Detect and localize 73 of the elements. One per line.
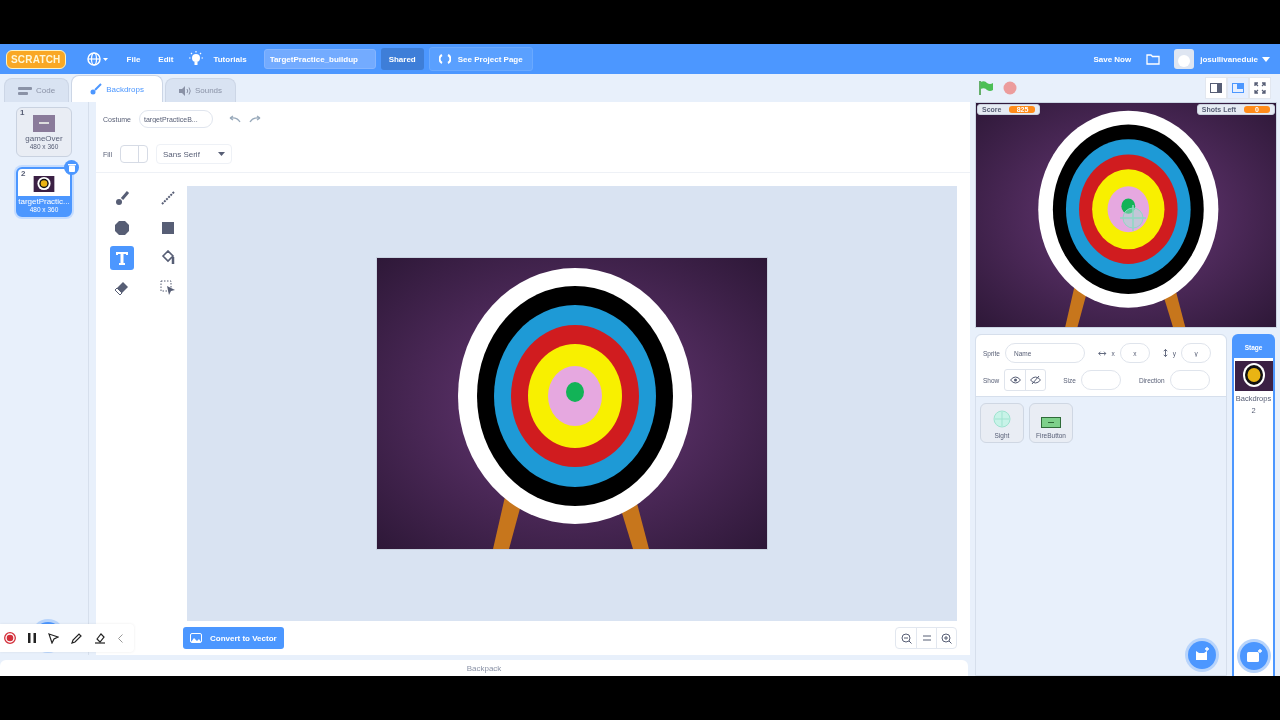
fill-color-picker[interactable] — [119, 145, 148, 163]
avatar-icon[interactable] — [1174, 49, 1195, 69]
equals-icon — [922, 635, 931, 641]
rectangle-icon — [160, 220, 176, 236]
eye-slash-icon — [1030, 375, 1042, 385]
chevron-left-icon[interactable] — [118, 633, 123, 643]
zoom-in-icon — [941, 632, 952, 644]
crosshair-icon — [1118, 203, 1148, 233]
user-menu[interactable]: josullivaneduie — [1196, 44, 1274, 74]
delete-button[interactable] — [64, 160, 79, 175]
direction-field[interactable] — [1169, 370, 1210, 390]
convert-to-vector-button[interactable]: Convert to Vector — [183, 627, 284, 649]
record-icon[interactable] — [4, 632, 16, 644]
globe-icon — [86, 52, 109, 66]
eraser-icon — [114, 280, 130, 296]
save-now-button[interactable]: Save Now — [1084, 44, 1141, 74]
select-icon — [160, 280, 176, 296]
stage-thumbnail-icon[interactable] — [1234, 361, 1273, 391]
tutorials-button[interactable]: Tutorials — [204, 44, 256, 74]
image-icon — [190, 633, 202, 643]
crosshair-icon — [993, 410, 1011, 428]
menu-item[interactable]: Edit — [149, 44, 183, 74]
pen-icon[interactable] — [71, 632, 82, 644]
tab[interactable]: Code — [4, 78, 70, 102]
zoom-out-icon — [900, 632, 912, 644]
vertical-arrows-icon — [1162, 347, 1168, 359]
pause-icon[interactable] — [28, 633, 36, 643]
menu-item[interactable]: File — [117, 44, 150, 74]
folder-icon[interactable] — [1146, 53, 1161, 65]
backdrop-name: targetPractic... — [18, 197, 70, 206]
redo-icon[interactable] — [249, 115, 261, 123]
brush-icon — [90, 83, 103, 95]
eraser-icon[interactable] — [94, 632, 106, 644]
lightbulb-icon — [188, 51, 205, 67]
code-icon — [18, 85, 32, 96]
fill-icon — [160, 250, 176, 266]
image-plus-icon — [1245, 649, 1262, 663]
shared-button[interactable]: Shared — [380, 48, 424, 70]
target-thumbnail-icon — [33, 176, 55, 192]
logo[interactable]: SCRATCH — [6, 49, 66, 69]
undo-icon[interactable] — [229, 115, 241, 123]
eye-icon — [1009, 376, 1021, 384]
pointer-icon[interactable] — [48, 632, 59, 644]
text-icon — [114, 250, 130, 266]
backdrop-thumbnail-icon — [33, 115, 55, 132]
size-field[interactable] — [1080, 370, 1121, 390]
normal-stage-icon — [1232, 83, 1244, 93]
tab[interactable]: Backdrops — [71, 75, 163, 102]
fullscreen-icon — [1254, 82, 1266, 94]
font-dropdown[interactable]: Sans Serif — [155, 144, 232, 164]
speaker-icon — [178, 85, 191, 96]
backpack-bar[interactable]: Backpack — [0, 660, 968, 676]
horizontal-arrows-icon — [1098, 349, 1107, 357]
small-stage-button[interactable] — [1205, 77, 1227, 99]
text-tool[interactable] — [110, 246, 134, 270]
line-icon — [160, 190, 176, 206]
add-sprite-button[interactable] — [1188, 641, 1216, 669]
tab[interactable]: Sounds — [164, 78, 237, 102]
small-stage-icon — [1210, 83, 1222, 93]
button-thumbnail-icon — [1041, 417, 1061, 428]
see-project-page-button[interactable]: See Project Page — [428, 47, 533, 71]
backdrop-number: 1 — [20, 108, 25, 117]
caret-icon — [1262, 56, 1270, 62]
add-backdrop-button[interactable] — [1239, 642, 1268, 670]
flag-icon[interactable] — [978, 80, 994, 96]
caret-icon — [217, 152, 225, 156]
brush-icon — [114, 190, 130, 206]
link-icon — [438, 53, 451, 65]
trash-icon — [67, 163, 76, 172]
backdrop-name: gameOver — [25, 134, 63, 143]
backdrop-number: 2 — [21, 169, 26, 178]
fullscreen-button[interactable] — [1249, 77, 1271, 99]
project-title-field[interactable]: TargetPractice_buildup — [263, 49, 376, 69]
